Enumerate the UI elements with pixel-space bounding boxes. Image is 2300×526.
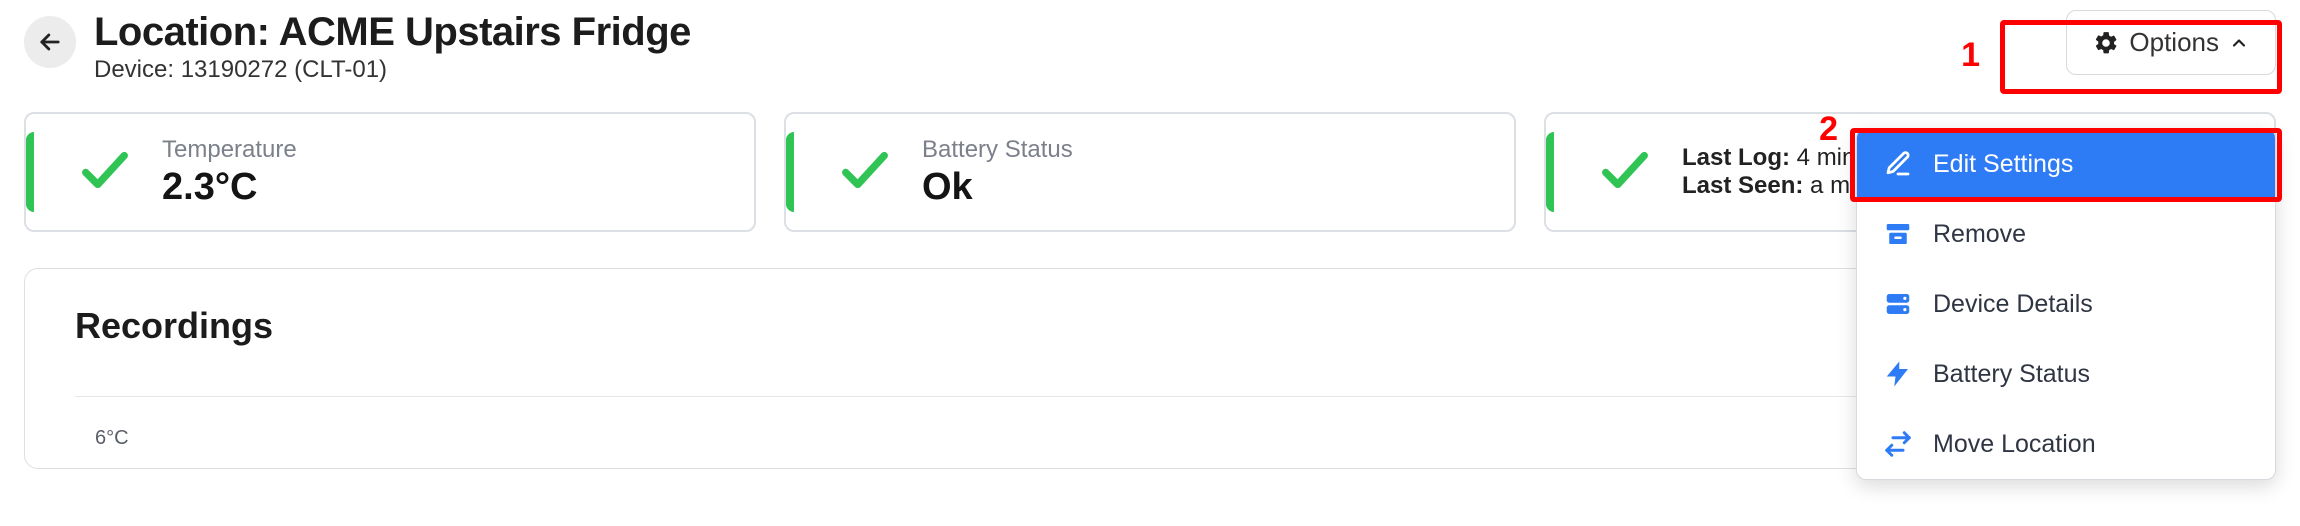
check-icon	[76, 141, 134, 204]
options-button[interactable]: Options	[2066, 10, 2276, 75]
gear-icon	[2093, 30, 2119, 56]
menu-move-location[interactable]: Move Location	[1857, 409, 2275, 479]
battery-card: Battery Status Ok	[784, 112, 1516, 232]
menu-edit-label: Edit Settings	[1933, 150, 2073, 179]
menu-edit-settings[interactable]: Edit Settings	[1857, 129, 2275, 199]
check-icon	[1596, 141, 1654, 204]
menu-remove[interactable]: Remove	[1857, 199, 2275, 269]
last-seen-key: Last Seen:	[1682, 172, 1803, 199]
last-log-key: Last Log:	[1682, 144, 1790, 171]
menu-details-label: Device Details	[1933, 290, 2093, 319]
menu-device-details[interactable]: Device Details	[1857, 269, 2275, 339]
menu-move-label: Move Location	[1933, 430, 2096, 459]
menu-remove-label: Remove	[1933, 220, 2026, 249]
temperature-card: Temperature 2.3°C	[24, 112, 756, 232]
archive-icon	[1883, 219, 1913, 249]
battery-value: Ok	[922, 166, 1073, 209]
status-accent	[786, 132, 794, 212]
device-subtitle: Device: 13190272 (CLT-01)	[94, 56, 691, 84]
chevron-up-icon	[2229, 33, 2249, 53]
arrow-left-icon	[36, 28, 64, 56]
back-button[interactable]	[24, 16, 76, 68]
menu-battery-status[interactable]: Battery Status	[1857, 339, 2275, 409]
check-icon	[836, 141, 894, 204]
page-title: Location: ACME Upstairs Fridge	[94, 10, 691, 54]
options-label: Options	[2129, 27, 2219, 58]
bolt-icon	[1883, 359, 1913, 389]
temperature-label: Temperature	[162, 136, 297, 164]
menu-battery-label: Battery Status	[1933, 360, 2090, 389]
status-accent	[1546, 132, 1554, 212]
server-icon	[1883, 289, 1913, 319]
options-menu: Edit Settings Remove Device Details Batt…	[1856, 128, 2276, 480]
status-accent	[26, 132, 34, 212]
battery-label: Battery Status	[922, 136, 1073, 164]
edit-icon	[1883, 149, 1913, 179]
swap-icon	[1883, 429, 1913, 459]
recordings-title: Recordings	[75, 305, 273, 347]
temperature-value: 2.3°C	[162, 166, 297, 209]
